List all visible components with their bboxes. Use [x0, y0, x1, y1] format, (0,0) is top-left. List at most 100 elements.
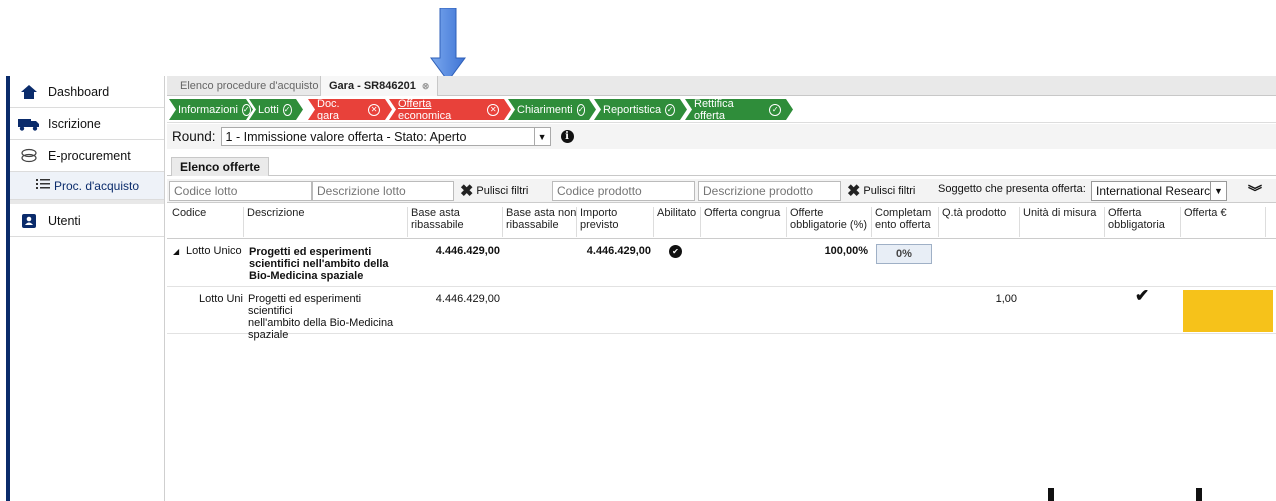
pulisci-filtri-prodotto-button[interactable]: ✖ Pulisci filtri [847, 181, 915, 201]
codice-cell: Lotto Unico [186, 245, 242, 257]
decorative-bar [1196, 488, 1202, 501]
check-circle-icon: ✓ [283, 104, 291, 114]
step-label: Lotti [258, 103, 279, 116]
step-doc-gara[interactable]: Doc. gara ✕ [308, 99, 392, 120]
sidebar-item-dashboard[interactable]: Dashboard [10, 76, 164, 108]
step-label: Doc. gara [317, 97, 340, 122]
error-circle-icon: ✕ [368, 104, 380, 116]
round-label: Round: [172, 129, 216, 144]
error-circle-icon: ✕ [487, 104, 499, 116]
checkmark-icon: ✔ [1135, 286, 1150, 305]
column-header[interactable]: Abilitato [653, 207, 696, 237]
column-header[interactable]: Offerta € [1180, 207, 1227, 237]
user-card-icon [10, 213, 48, 228]
qta-prodotto-cell: 1,00 [995, 293, 1017, 305]
check-circle-icon: ✓ [242, 104, 250, 114]
base-asta-cell: 4.446.429,00 [435, 245, 500, 257]
sidebar-item-label: Iscrizione [48, 116, 101, 131]
offers-tabbar: Elenco offerte [167, 154, 1276, 176]
sidebar-item-utenti[interactable]: Utenti [10, 205, 164, 237]
column-header[interactable]: Q.tà prodotto [938, 207, 1006, 237]
column-header[interactable]: Offerta obbligatoria [1104, 207, 1165, 237]
sidebar-item-e-procurement[interactable]: E-procurement [10, 140, 164, 172]
sidebar-divider [10, 200, 164, 204]
column-header[interactable]: Base asta ribassabile [407, 207, 464, 237]
table-row[interactable]: ◢ Lotto Unico Progetti ed esperimenti sc… [167, 239, 1276, 287]
coins-icon [10, 148, 48, 164]
base-asta-cell: 4.446.429,00 [435, 293, 500, 305]
tab-label: Gara - SR846201 [329, 80, 416, 92]
step-reportistica[interactable]: Reportistica ✓ [594, 99, 687, 120]
step-label: Rettifica offerta [694, 97, 734, 122]
codice-prodotto-input[interactable] [552, 181, 695, 201]
check-circle-icon: ✓ [666, 104, 674, 114]
list-icon [36, 178, 54, 193]
home-icon [10, 84, 48, 100]
sidebar-item-proc-acquisto[interactable]: Proc. d'acquisto [10, 172, 164, 200]
descrizione-lotto-input[interactable] [312, 181, 454, 201]
button-label: Pulisci filtri [863, 185, 916, 197]
step-lotti[interactable]: Lotti ✓ [249, 99, 303, 120]
workflow-steps: Informazioni ✓ Lotti ✓ Doc. gara ✕ Offer… [167, 96, 1276, 123]
column-header[interactable]: Offerta congrua [700, 207, 780, 237]
table-header: Codice Descrizione Base asta ribassabile … [167, 204, 1276, 239]
round-select[interactable]: 1 - Immissione valore offerta - Stato: A… [220, 127, 551, 146]
step-label: Chiarimenti [517, 103, 573, 116]
step-label: Informazioni [178, 103, 238, 116]
tab-elenco-offerte[interactable]: Elenco offerte [171, 157, 270, 176]
column-header[interactable]: Unità di misura [1019, 207, 1096, 237]
column-header[interactable]: Codice [169, 207, 206, 237]
offerta-euro-input[interactable] [1183, 290, 1273, 332]
column-header[interactable]: Base asta non ribassabile [502, 207, 576, 237]
decorative-bar [1048, 488, 1054, 501]
chevron-down-icon: ▼ [533, 128, 550, 145]
tab-elenco-procedure[interactable]: Elenco procedure d'acquisto [172, 76, 328, 96]
column-header[interactable]: Importo previsto [576, 207, 619, 237]
window-tabbar: Elenco procedure d'acquisto Gara - SR846… [167, 76, 1276, 96]
info-icon[interactable]: i [560, 130, 574, 143]
descrizione-cell: Progetti ed esperimenti scientifici nell… [248, 293, 394, 341]
column-header[interactable]: Descrizione [243, 207, 304, 237]
step-label: Offerta economica [398, 97, 452, 122]
filter-bar: ✖ Pulisci filtri ✖ Pulisci filtri Sogget… [167, 179, 1276, 203]
truck-icon [10, 117, 48, 131]
sidebar-item-iscrizione[interactable]: Iscrizione [10, 108, 164, 140]
table-row[interactable]: Lotto Uni Progetti ed esperimenti scient… [167, 286, 1276, 341]
soggetto-select[interactable]: International Research ! ▼ [1091, 181, 1227, 201]
step-informazioni[interactable]: Informazioni ✓ [169, 99, 253, 120]
descrizione-cell: Progetti ed esperimenti scientifici nell… [249, 246, 389, 282]
check-circle-icon: ✔ [669, 245, 682, 258]
close-icon[interactable]: ⊗ [422, 81, 430, 92]
round-value: 1 - Immissione valore offerta - Stato: A… [225, 129, 467, 144]
clear-x-icon: ✖ [847, 183, 861, 200]
button-label: Pulisci filtri [476, 185, 529, 197]
completamento-progress: 0% [876, 244, 932, 264]
descrizione-prodotto-input[interactable] [698, 181, 841, 201]
sidebar: Dashboard Iscrizione E-procurement Proc.… [0, 76, 165, 501]
codice-cell: Lotto Uni [198, 293, 243, 305]
importo-cell: 4.446.429,00 [586, 245, 651, 257]
arrow-down-icon [430, 8, 466, 82]
tab-label: Elenco offerte [180, 160, 261, 174]
step-rettifica-offerta[interactable]: Rettifica offerta ✓ [685, 99, 793, 120]
column-header[interactable]: Completam ento offerta [871, 207, 931, 237]
expand-toggle-icon[interactable]: ◢ [173, 246, 179, 258]
step-chiarimenti[interactable]: Chiarimenti ✓ [508, 99, 596, 120]
sidebar-item-label: Utenti [48, 213, 81, 228]
soggetto-value: International Research ! [1096, 184, 1224, 198]
column-header[interactable]: Offerte obbligatorie (%) [786, 207, 867, 237]
step-label: Reportistica [603, 103, 662, 116]
clear-x-icon: ✖ [460, 183, 474, 200]
offerte-obbligatorie-cell: 100,00% [824, 245, 868, 257]
double-chevron-down-icon[interactable]: ︾ [1248, 182, 1262, 202]
step-offerta-economica[interactable]: Offerta economica ✕ [389, 99, 511, 120]
codice-lotto-input[interactable] [169, 181, 312, 201]
chevron-down-icon: ▼ [1210, 182, 1226, 200]
pulisci-filtri-lotto-button[interactable]: ✖ Pulisci filtri [460, 181, 528, 201]
check-circle-icon: ✓ [577, 104, 585, 114]
soggetto-label: Soggetto che presenta offerta: [938, 183, 1086, 195]
tab-gara[interactable]: Gara - SR846201 ⊗ [320, 76, 439, 96]
sidebar-item-label: Proc. d'acquisto [54, 178, 140, 193]
sidebar-item-label: E-procurement [48, 148, 131, 163]
main-panel: Elenco procedure d'acquisto Gara - SR846… [167, 76, 1276, 501]
